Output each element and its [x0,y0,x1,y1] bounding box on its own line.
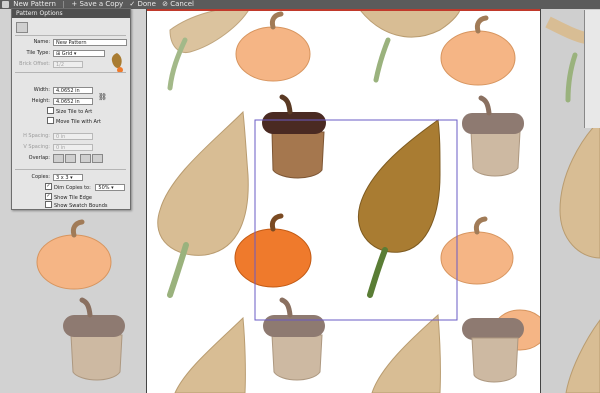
tile-preview-icon [111,53,123,73]
h-spacing-field[interactable]: 0 in [53,133,93,140]
swatches-panel-collapsed[interactable] [584,10,600,128]
pattern-tile-tool-button[interactable] [16,22,28,33]
width-row: Width: 4.0652 in [16,86,126,95]
show-swatch-bounds-row[interactable]: Show Swatch Bounds [45,201,108,211]
pumpkin-shape [235,11,311,82]
move-tile-row[interactable]: Move Tile with Art [47,117,101,127]
width-field[interactable]: 4.0652 in [53,87,93,94]
v-spacing-field[interactable]: 0 in [53,144,93,151]
pumpkin-shape [440,15,516,86]
leaf-shape [358,119,441,298]
cancel-button[interactable]: ⊘ Cancel [162,0,194,9]
leaf-shape [371,313,441,393]
artboard-border-left [146,9,147,393]
cancel-label: Cancel [170,0,194,8]
tile-type-label: Tile Type: [26,50,50,56]
tile-type-value: Grid [61,51,73,57]
panel-title: Pattern Options [12,9,130,18]
dim-copies-checkbox[interactable]: ✓ [45,183,52,190]
copies-value: 3 x 3 [56,175,69,181]
pumpkin-shape [440,216,514,285]
show-swatch-bounds-label: Show Swatch Bounds [54,203,108,209]
dim-copies-row: ✓ Dim Copies to: 50% ▾ [45,183,126,193]
artboard-border-right [540,9,541,393]
height-field[interactable]: 4.0652 in [53,98,93,105]
move-tile-checkbox[interactable] [47,117,54,124]
size-tile-checkbox[interactable] [47,107,54,114]
brick-offset-label: Brick Offset: [19,61,50,67]
dim-copies-label: Dim Copies to: [54,185,91,191]
pattern-artboard[interactable] [147,9,540,393]
copies-select[interactable]: 3 x 3 ▾ [53,174,83,181]
overlap-label: Overlap: [28,155,50,161]
link-icon[interactable]: ⛓ [98,93,107,101]
done-label: Done [137,0,156,8]
pattern-icon [2,1,9,8]
divider [15,169,126,170]
show-tile-edge-checkbox[interactable]: ✓ [45,193,52,200]
divider [15,72,126,73]
height-row: Height: 4.0652 in [16,97,126,106]
size-tile-label: Size Tile to Art [56,109,93,115]
v-spacing-label: V Spacing: [23,144,50,150]
v-spacing-row: V Spacing: 0 in [16,143,126,152]
pumpkin-shape [234,213,312,288]
tile-type-select[interactable]: ⊞ Grid ▾ [53,50,105,57]
divider [63,1,65,8]
move-tile-label: Move Tile with Art [56,119,101,125]
size-tile-row[interactable]: Size Tile to Art [47,107,93,117]
overlap-row: Overlap: [16,154,126,163]
show-swatch-bounds-checkbox[interactable] [45,201,52,208]
overlap-left-in-front-button[interactable] [53,154,64,163]
acorn-shape [462,318,524,383]
pattern-artwork [157,9,540,393]
height-label: Height: [31,98,50,104]
copies-label: Copies: [31,174,50,180]
acorn-shape [262,94,326,179]
acorn-shape [63,297,125,381]
copies-row: Copies: 3 x 3 ▾ [16,173,126,182]
name-field[interactable]: New Pattern [53,39,127,46]
overlap-bottom-in-front-button[interactable] [92,154,103,163]
pattern-options-panel: Pattern Options Name: New Pattern Tile T… [11,8,131,210]
divider [15,35,126,36]
width-label: Width: [33,87,50,93]
dim-copies-value: 50% [98,185,110,191]
leaf-shape [157,110,249,298]
dim-copies-select[interactable]: 50% ▾ [95,184,126,191]
artboard-edge [147,9,540,11]
h-spacing-row: H Spacing: 0 in [16,132,126,141]
tile-tool-row [16,22,29,33]
overlap-buttons [53,154,104,163]
name-row: Name: New Pattern [16,38,127,47]
overlap-top-in-front-button[interactable] [80,154,91,163]
acorn-shape [462,95,524,177]
overlap-right-in-front-button[interactable] [65,154,76,163]
pumpkin-shape [36,219,112,290]
name-label: Name: [33,39,50,45]
brick-offset-select[interactable]: 1/2 [53,61,83,68]
leaf-shape [174,316,246,393]
h-spacing-label: H Spacing: [23,133,50,139]
show-tile-edge-label: Show Tile Edge [54,195,93,201]
done-button[interactable]: ✓ Done [129,0,156,9]
acorn-shape [263,297,325,381]
